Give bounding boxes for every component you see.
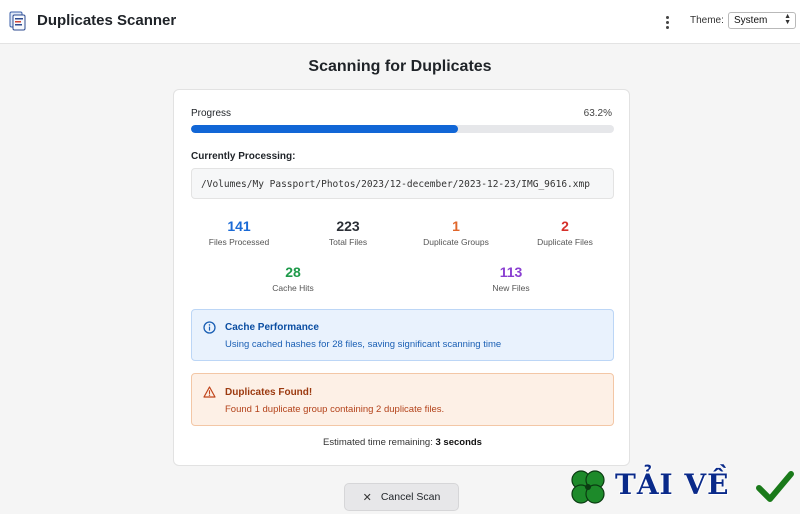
progress-label: Progress (191, 108, 232, 119)
stat-label: Files Processed (208, 237, 270, 247)
cancel-scan-button[interactable]: ✕ Cancel Scan (344, 483, 459, 511)
estimated-time-remaining: Estimated time remaining: 3 seconds (174, 437, 631, 448)
clover-icon (571, 470, 605, 504)
watermark-text: TẢI VỀ (615, 468, 730, 501)
duplicates-found-title: Duplicates Found! (225, 387, 313, 398)
theme-select-value: System (734, 15, 768, 26)
cache-performance-description: Using cached hashes for 28 files, saving… (225, 339, 502, 350)
stat-label: Duplicate Files (537, 237, 593, 247)
progress-percent: 63.2% (583, 108, 612, 119)
currently-processing-label: Currently Processing: (191, 151, 296, 162)
stat-duplicate-groups: 1 Duplicate Groups (401, 218, 511, 247)
stat-value: 223 (336, 218, 360, 234)
checkmark-icon (756, 471, 794, 502)
watermark: TẢI VỀ (565, 464, 800, 509)
eta-prefix: Estimated time remaining: (323, 437, 433, 448)
cancel-scan-label: Cancel Scan (380, 491, 441, 503)
stat-cache-hits: 28 Cache Hits (238, 264, 348, 293)
stat-label: Total Files (328, 237, 368, 247)
stat-value: 2 (561, 218, 569, 234)
stat-label: Duplicate Groups (423, 237, 489, 247)
info-icon (203, 321, 216, 334)
stat-label: New Files (492, 283, 530, 293)
page-title: Scanning for Duplicates (308, 58, 492, 75)
stat-files-processed: 141 Files Processed (184, 218, 294, 247)
scan-card: Progress 63.2% Currently Processing: /Vo… (173, 89, 630, 466)
cache-performance-panel: Cache Performance Using cached hashes fo… (191, 309, 614, 361)
stat-total-files: 223 Total Files (293, 218, 403, 247)
more-options-icon[interactable] (660, 12, 674, 32)
app-title: Duplicates Scanner (37, 12, 177, 29)
app-header: Duplicates Scanner Theme: System ▲ ▼ (0, 0, 800, 44)
stat-label: Cache Hits (272, 283, 314, 293)
cache-performance-title: Cache Performance (225, 322, 319, 333)
theme-label: Theme: (690, 15, 724, 26)
select-arrows-icon: ▲ ▼ (784, 13, 791, 26)
stat-new-files: 113 New Files (456, 264, 566, 293)
stat-value: 1 (452, 218, 460, 234)
theme-select[interactable]: System ▲ ▼ (728, 12, 796, 29)
close-icon: ✕ (362, 491, 372, 504)
app-logo-icon (9, 11, 26, 31)
warning-icon (203, 386, 216, 398)
stat-duplicate-files: 2 Duplicate Files (510, 218, 620, 247)
duplicates-found-description: Found 1 duplicate group containing 2 dup… (225, 404, 445, 415)
progress-bar-fill (191, 125, 459, 133)
stat-value: 141 (227, 218, 251, 234)
eta-value: 3 seconds (435, 437, 482, 448)
progress-bar (191, 125, 614, 133)
duplicates-found-panel: Duplicates Found! Found 1 duplicate grou… (191, 373, 614, 426)
stat-value: 28 (285, 264, 301, 280)
stat-value: 113 (499, 264, 523, 280)
current-file-path: /Volumes/My Passport/Photos/2023/12-dece… (191, 168, 614, 199)
